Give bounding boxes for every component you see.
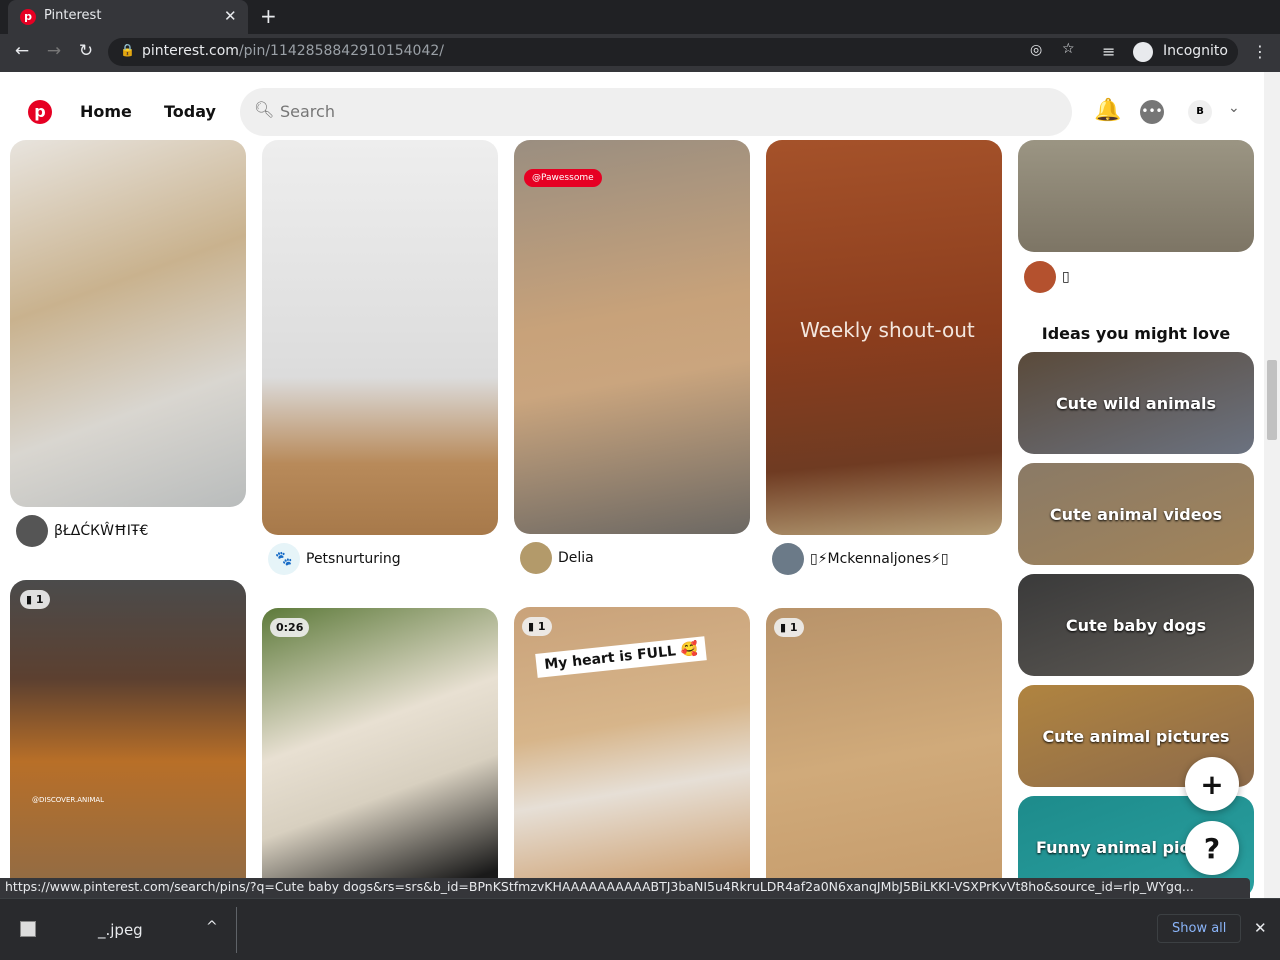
back-icon[interactable]: ← [10,41,34,61]
pin-author[interactable]: ▯ [1024,261,1070,293]
lock-icon: 🔒 [120,43,135,57]
reload-icon[interactable]: ↻ [74,41,98,61]
show-all-button[interactable]: Show all [1157,914,1242,943]
chevron-down-icon[interactable]: ⌄ [1228,100,1240,116]
page-count-badge: ▮ 1 [522,617,552,636]
tab-strip: p Pinterest ✕ + [0,0,1280,34]
incognito-label: Incognito [1163,43,1228,59]
pin-tag: @Pawessome [524,169,602,187]
author-avatar [1024,261,1056,293]
pin-image[interactable]: Weekly shout-out [766,140,1002,535]
pin-image[interactable]: ▮ 1 @DISCOVER.ANIMAL [10,580,246,910]
address-bar[interactable]: 🔒 pinterest.com/pin/1142858842910154042/… [108,38,1238,66]
scrollbar-thumb[interactable] [1267,360,1277,440]
help-button[interactable]: ? [1185,821,1239,875]
incognito-icon [1133,42,1153,62]
menu-icon[interactable]: ⋮ [1252,42,1268,61]
close-tab-icon[interactable]: ✕ [224,7,237,25]
pin-image[interactable]: @Pawessome [514,140,750,534]
incognito-button[interactable]: Incognito [1130,40,1238,64]
pin-author[interactable]: βŁΔĆКŴĦIŦ€ [16,515,148,547]
paw-avatar: 🐾 [268,543,300,575]
idea-cute-animal-videos[interactable]: Cute animal videos [1018,463,1254,565]
pin-author[interactable]: Delia [520,542,594,574]
download-filename[interactable]: _.jpeg [98,921,143,939]
nav-home[interactable]: Home [80,102,132,121]
scrollbar[interactable] [1264,72,1280,898]
ideas-heading: Ideas you might love [1041,324,1231,343]
nav-today[interactable]: Today [164,102,216,121]
forward-icon[interactable]: → [42,41,66,61]
author-name: Petsnurturing [306,551,401,567]
close-download-shelf-icon[interactable]: ✕ [1254,919,1267,937]
pin-image[interactable]: ▮ 1 [766,608,1002,908]
author-name: βŁΔĆКŴĦIŦ€ [54,523,149,539]
video-duration-badge: 0:26 [270,618,310,637]
pinterest-favicon: p [20,9,36,25]
chevron-up-icon[interactable]: ^ [206,919,218,935]
pin-image[interactable] [1018,140,1254,252]
media-control-icon[interactable]: ≡ [1102,42,1115,61]
download-shelf: _.jpeg ^ Show all ✕ [0,898,1280,960]
image-file-icon [20,921,36,937]
author-name: Delia [558,550,594,566]
pin-author[interactable]: ▯⚡Mckennaljones⚡▯ [772,543,949,575]
tracking-blocked-icon[interactable]: ◎ [1030,42,1042,58]
url-path: /pin/1142858842910154042/ [238,43,444,59]
browser-tab[interactable]: p Pinterest ✕ [8,0,248,34]
messages-icon[interactable]: ••• [1140,100,1164,124]
url-host: pinterest.com [142,43,239,59]
pin-image[interactable]: 0:26 [262,608,498,908]
author-name: ▯⚡Mckennaljones⚡▯ [810,551,949,567]
pin-caption: My heart is FULL 🥰 [535,636,708,678]
author-name: ▯ [1062,269,1070,285]
pin-image[interactable] [10,140,246,507]
divider [236,907,237,953]
pin-author[interactable]: 🐾 Petsnurturing [268,543,401,575]
author-avatar [16,515,48,547]
tab-title: Pinterest [44,8,102,23]
idea-cute-baby-dogs[interactable]: Cute baby dogs [1018,574,1254,676]
create-plus-button[interactable]: + [1185,757,1239,811]
pinterest-logo[interactable]: p [28,100,52,124]
watermark: @DISCOVER.ANIMAL [32,796,105,804]
author-avatar [772,543,804,575]
search-input[interactable]: 🔍︎ Search [240,88,1072,136]
page-count-badge: ▮ 1 [20,590,50,609]
search-icon: 🔍︎ [254,100,275,119]
pin-overlay-text: Weekly shout-out [800,318,975,342]
user-avatar[interactable]: B [1188,100,1212,124]
author-avatar [520,542,552,574]
star-icon[interactable]: ☆ [1062,41,1075,57]
status-bar-url: https://www.pinterest.com/search/pins/?q… [0,878,1250,898]
pin-image[interactable] [262,140,498,535]
pin-image[interactable]: ▮ 1 My heart is FULL 🥰 [514,607,750,907]
search-placeholder: Search [280,102,335,121]
notifications-bell-icon[interactable]: 🔔 [1094,98,1121,123]
new-tab-icon[interactable]: + [260,4,277,28]
page-count-badge: ▮ 1 [774,618,804,637]
idea-cute-wild-animals[interactable]: Cute wild animals [1018,352,1254,454]
